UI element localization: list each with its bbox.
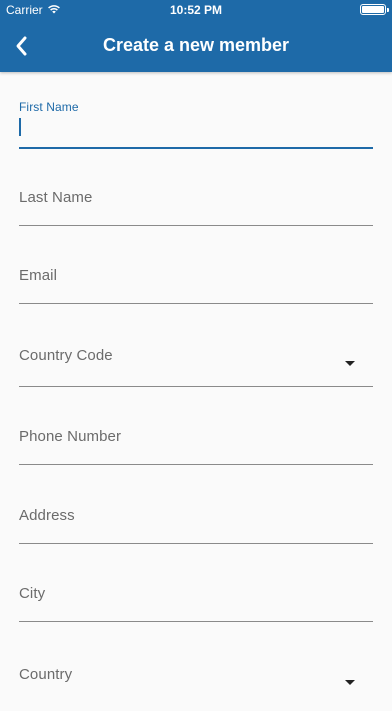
city-field[interactable]: City bbox=[19, 543, 373, 622]
status-time: 10:52 PM bbox=[169, 3, 223, 17]
phone-number-field[interactable]: Phone Number bbox=[19, 386, 373, 465]
address-field[interactable]: Address bbox=[19, 464, 373, 544]
status-bar: Carrier 10:52 PM bbox=[0, 0, 392, 20]
arrow-drop-down-icon bbox=[345, 680, 355, 685]
country-label: Country bbox=[19, 666, 73, 683]
app-header: Carrier 10:52 PM Create a new member bbox=[0, 0, 392, 72]
country-code-label: Country Code bbox=[19, 347, 113, 364]
email-label: Email bbox=[19, 267, 58, 284]
app-bar: Create a new member bbox=[0, 20, 392, 72]
country-dropdown[interactable]: Country bbox=[19, 621, 373, 711]
address-label: Address bbox=[19, 507, 75, 524]
text-cursor bbox=[19, 118, 21, 136]
email-field[interactable]: Email bbox=[19, 225, 373, 304]
city-label: City bbox=[19, 585, 46, 602]
page-title: Create a new member bbox=[102, 35, 290, 55]
first-name-field[interactable]: First Name bbox=[19, 72, 373, 149]
phone-number-label: Phone Number bbox=[19, 428, 122, 445]
country-code-dropdown[interactable]: Country Code bbox=[19, 303, 373, 387]
last-name-field[interactable]: Last Name bbox=[19, 147, 373, 226]
arrow-drop-down-icon bbox=[345, 361, 355, 366]
battery-icon bbox=[360, 4, 389, 15]
first-name-label: First Name bbox=[19, 100, 79, 114]
last-name-label: Last Name bbox=[19, 189, 93, 206]
